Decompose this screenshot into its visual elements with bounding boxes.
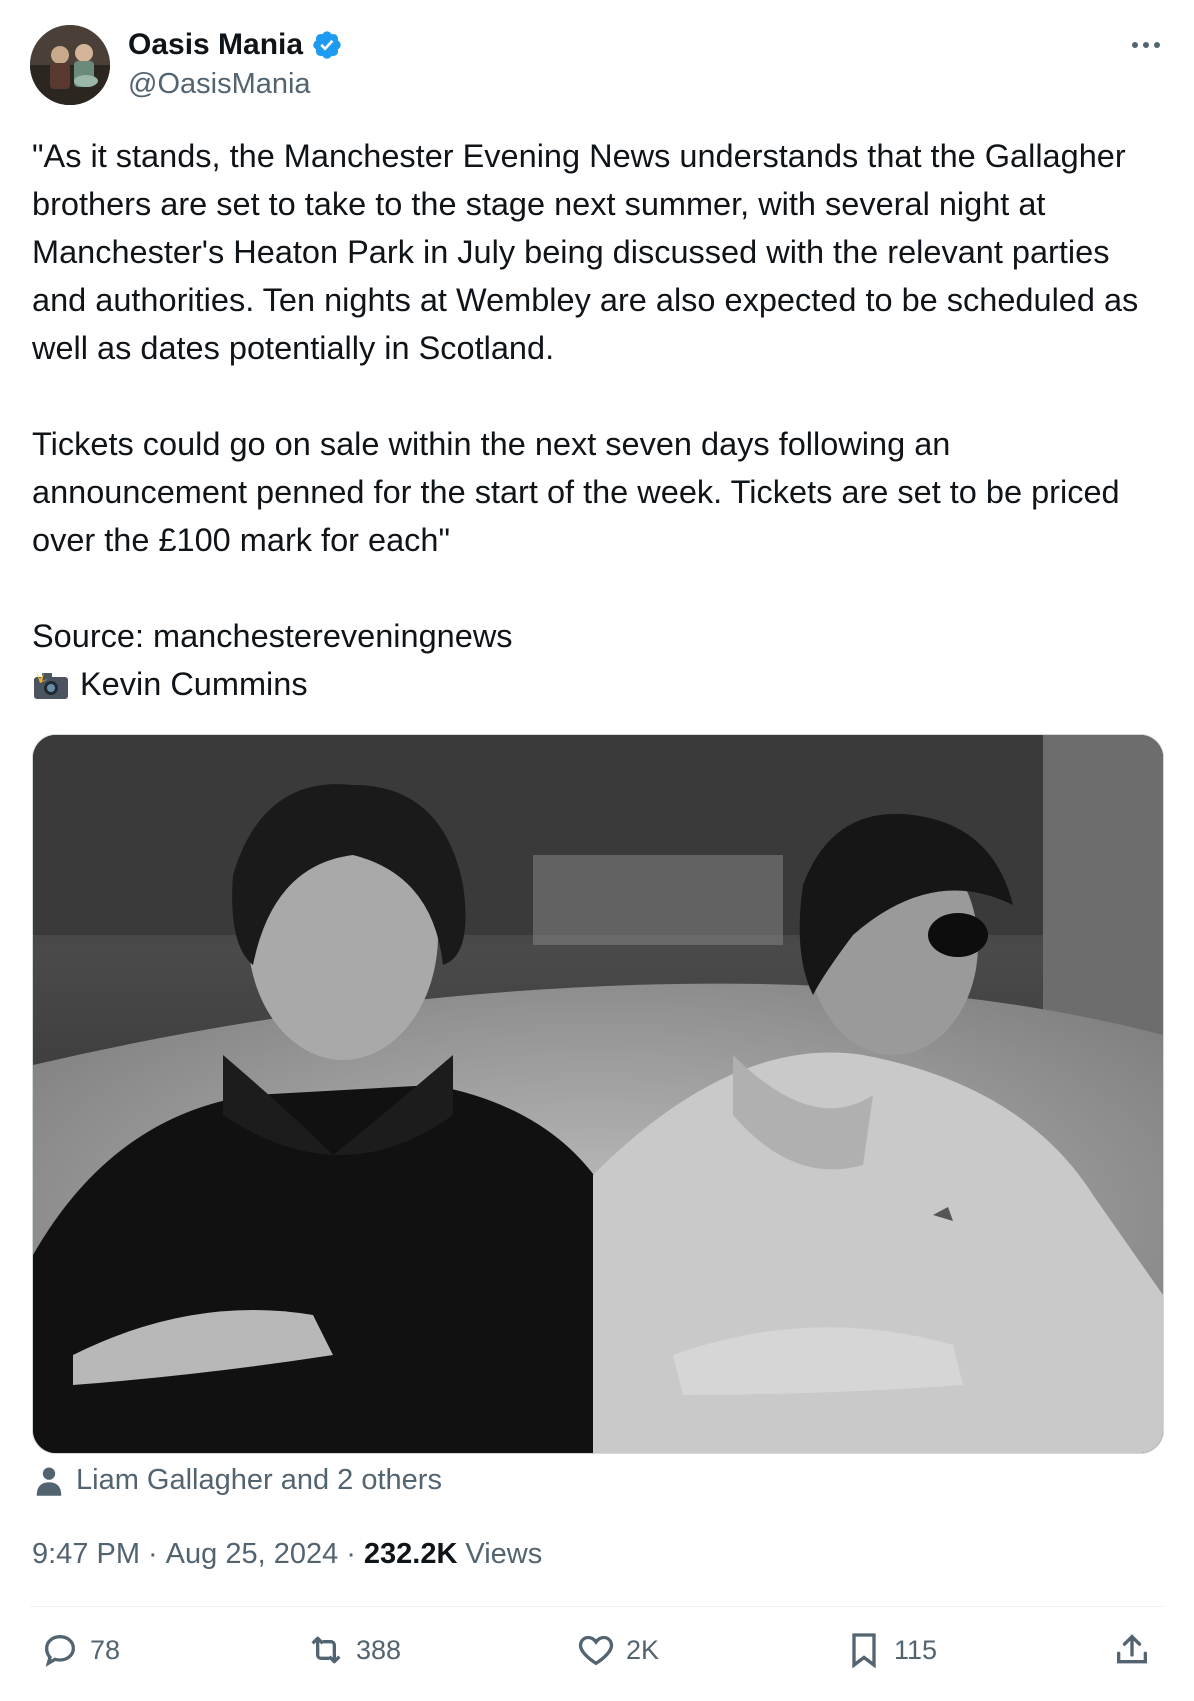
tweet-meta: 9:47 PM · Aug 25, 2024 · 232.2K Views (32, 1538, 542, 1571)
divider (30, 1606, 1164, 1607)
bookmark-count: 115 (894, 1634, 938, 1665)
verified-badge-icon (313, 31, 341, 59)
tweet-photo-credit: Kevin Cummins (80, 666, 308, 702)
tagged-people-link[interactable]: Liam Gallagher and 2 others (34, 1464, 442, 1497)
repost-count: 388 (356, 1634, 402, 1665)
person-icon (36, 1466, 62, 1496)
tweet-photo[interactable] (32, 734, 1164, 1454)
views-count: 232.2K (363, 1538, 458, 1570)
views-label: Views (465, 1538, 543, 1570)
share-icon (1117, 1634, 1147, 1664)
tweet-time[interactable]: 9:47 PM (32, 1538, 140, 1571)
share-button[interactable] (1112, 1630, 1152, 1670)
reply-count: 78 (90, 1634, 121, 1665)
repost-icon (311, 1636, 341, 1664)
bookmark-button[interactable]: 115 (844, 1630, 937, 1670)
tagged-people-text: Liam Gallagher and 2 others (76, 1464, 442, 1496)
photo-illustration (33, 735, 1163, 1453)
tweet-date[interactable]: Aug 25, 2024 (166, 1538, 339, 1571)
like-count: 2K (626, 1634, 660, 1665)
tweet-paragraph-1: "As it stands, the Manchester Evening Ne… (32, 138, 1148, 366)
reply-icon (44, 1634, 76, 1667)
heart-icon (578, 1635, 614, 1666)
more-dot-icon (1154, 42, 1160, 48)
tweet-paragraph-2: Tickets could go on sale within the next… (32, 426, 1129, 558)
like-button[interactable]: 2K (576, 1630, 659, 1670)
meta-separator: · (148, 1538, 158, 1570)
bookmark-icon (852, 1633, 876, 1669)
reply-button[interactable]: 78 (40, 1630, 120, 1670)
camera-flash-icon (34, 671, 68, 699)
more-dot-icon (1143, 42, 1149, 48)
repost-button[interactable]: 388 (306, 1630, 401, 1670)
action-bar: 78 388 2K 115 (0, 1630, 1194, 1680)
tweet-source: Source: manchestereveningnews (32, 618, 513, 654)
more-dot-icon (1132, 42, 1138, 48)
author-name-text[interactable]: Oasis Mania (128, 28, 303, 62)
more-options-button[interactable] (1126, 30, 1166, 60)
author-handle[interactable]: @OasisMania (128, 68, 311, 101)
avatar[interactable] (30, 25, 110, 105)
author-name[interactable]: Oasis Mania (128, 28, 343, 62)
meta-separator: · (346, 1538, 356, 1570)
tweet-photo-credit-line: Kevin Cummins (32, 660, 1172, 708)
tweet-text: "As it stands, the Manchester Evening Ne… (32, 132, 1172, 708)
